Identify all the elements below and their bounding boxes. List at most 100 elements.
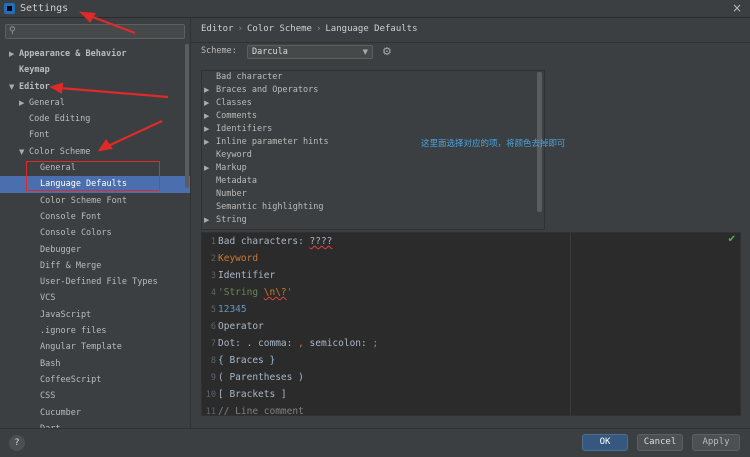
search-icon: ⚲ — [9, 26, 16, 36]
sidebar-item-label: Keymap — [19, 65, 50, 76]
settings-tree: ▶ Appearance & Behavior Keymap ▼ Editor ▶ Gene… — [0, 46, 190, 428]
category-item[interactable]: ▶ Comments — [202, 110, 544, 123]
category-item[interactable]: Keyword — [202, 149, 544, 162]
code-token: \n\? — [263, 287, 287, 298]
code-line: 5 12345 — [202, 301, 740, 318]
sidebar-item-user-defined-file-types[interactable]: User-Defined File Types — [0, 274, 190, 290]
apply-button[interactable]: Apply — [692, 434, 740, 451]
category-item[interactable]: Semantic highlighting — [202, 201, 544, 214]
chevron-right-icon[interactable]: ▶ — [204, 110, 209, 123]
sidebar-item-bash[interactable]: Bash — [0, 356, 190, 372]
line-number: 1 — [210, 237, 216, 247]
chevron-right-icon[interactable]: ▶ — [9, 46, 14, 62]
sidebar-item-color-scheme[interactable]: ▼ Color Scheme — [0, 144, 190, 160]
sidebar-item-label: Dart — [40, 421, 60, 428]
cancel-button[interactable]: Cancel — [637, 434, 683, 451]
chevron-right-icon[interactable]: ▶ — [204, 136, 209, 149]
chevron-right-icon[interactable]: ▶ — [19, 95, 24, 111]
category-item[interactable]: Bad character — [202, 71, 544, 84]
sidebar-item-console-colors[interactable]: Console Colors — [0, 225, 190, 241]
sidebar-item-label: Diff & Merge — [40, 260, 102, 271]
chevron-down-icon[interactable]: ▼ — [9, 79, 14, 95]
scheme-select[interactable]: Darcula ▼ — [247, 45, 373, 59]
sidebar-item-general[interactable]: ▶ General — [0, 95, 190, 111]
sidebar-item-label: CSS — [40, 391, 56, 402]
code-token: ' — [286, 287, 293, 298]
category-item[interactable]: ▶ Markup — [202, 162, 544, 175]
code-token: Operator — [218, 321, 264, 332]
main-panel: Editor › Color Scheme › Language Defaults Sc… — [190, 18, 750, 428]
sidebar-item-css[interactable]: CSS — [0, 388, 190, 404]
sidebar-item-label: User-Defined File Types — [40, 277, 158, 288]
preview-lines: 1 Bad characters: ???? 2 Keyword 3 Identifier… — [202, 233, 740, 415]
right-margin-guide — [570, 233, 571, 415]
category-label: Bad character — [216, 72, 283, 82]
sidebar-item-font[interactable]: Font — [0, 127, 190, 143]
chevron-right-icon[interactable]: ▶ — [204, 123, 209, 136]
category-item[interactable]: Number — [202, 188, 544, 201]
category-item[interactable]: Metadata — [202, 175, 544, 188]
code-token: 12345 — [218, 304, 247, 315]
code-line: 8{ Braces } — [202, 352, 740, 369]
category-item[interactable]: ▶ Identifiers — [202, 123, 544, 136]
sidebar-item-keymap[interactable]: Keymap — [0, 62, 190, 78]
sidebar-item-label: Font — [29, 130, 50, 141]
code-line: 6 Operator — [202, 318, 740, 335]
category-label: Identifiers — [216, 124, 273, 134]
sidebar-item-diff-merge[interactable]: Diff & Merge — [0, 258, 190, 274]
sidebar-item-cucumber[interactable]: Cucumber — [0, 405, 190, 421]
sidebar-item-editor[interactable]: ▼ Editor — [0, 79, 190, 95]
code-line: 2 Keyword — [202, 250, 740, 267]
close-icon[interactable]: × — [732, 1, 742, 15]
sidebar-item-vcs[interactable]: VCS — [0, 290, 190, 306]
line-number: 7 — [210, 339, 216, 349]
category-label: Inline parameter hints — [216, 137, 329, 147]
category-item[interactable]: ▶ Classes — [202, 97, 544, 110]
chevron-down-icon[interactable]: ▼ — [19, 144, 24, 160]
window-title: Settings — [20, 3, 69, 14]
sidebar-item-debugger[interactable]: Debugger — [0, 242, 190, 258]
sidebar-item-label: Appearance & Behavior — [19, 49, 127, 59]
sidebar-item-label: Console Colors — [40, 228, 112, 239]
sidebar-item-console-font[interactable]: Console Font — [0, 209, 190, 225]
category-label: Number — [216, 189, 247, 199]
code-line: 3 Identifier — [202, 267, 740, 284]
sidebar-item-label: General — [29, 97, 65, 108]
category-item[interactable]: ▶ String — [202, 214, 544, 227]
breadcrumb-separator: › — [237, 24, 243, 34]
sidebar-item-javascript[interactable]: JavaScript — [0, 307, 190, 323]
code-preview[interactable]: 1 Bad characters: ???? 2 Keyword 3 Identifier… — [201, 232, 741, 416]
sidebar-item-color-scheme-font[interactable]: Color Scheme Font — [0, 193, 190, 209]
code-line: 4 'String \n\?' — [202, 284, 740, 301]
sidebar-item-appearance-behavior[interactable]: ▶ Appearance & Behavior — [0, 46, 190, 62]
sidebar-item-label: Console Font — [40, 211, 102, 222]
breadcrumb-editor: Editor — [201, 24, 234, 34]
sidebar-item-angular-template[interactable]: Angular Template — [0, 339, 190, 355]
code-token: Identifier — [218, 270, 276, 281]
category-label: Metadata — [216, 176, 257, 186]
chevron-right-icon[interactable]: ▶ — [204, 84, 209, 97]
category-label: Semantic highlighting — [216, 202, 324, 212]
sidebar-item-ignore-files[interactable]: .ignore files — [0, 323, 190, 339]
chevron-right-icon[interactable]: ▶ — [204, 214, 209, 227]
code-token: [ Brackets ] — [218, 389, 287, 400]
sidebar-item-code-editing[interactable]: Code Editing — [0, 111, 190, 127]
search-input[interactable] — [22, 26, 182, 37]
code-line: 9( Parentheses ) — [202, 369, 740, 386]
sidebar-item-label: Editor — [19, 81, 50, 92]
sidebar-item-dart[interactable]: Dart — [0, 421, 190, 428]
scheme-label: Scheme: — [201, 46, 237, 56]
help-button[interactable]: ? — [9, 435, 25, 451]
gear-icon[interactable]: ⚙ — [382, 45, 392, 58]
code-token: 'String — [218, 287, 264, 298]
sidebar-scrollbar[interactable] — [185, 44, 189, 188]
chevron-right-icon[interactable]: ▶ — [204, 97, 209, 110]
category-item[interactable]: ▶ Braces and Operators — [202, 84, 544, 97]
chevron-down-icon: ▼ — [362, 48, 368, 56]
ok-button[interactable]: OK — [582, 434, 628, 451]
category-label: Braces and Operators — [216, 85, 319, 95]
settings-sidebar: ⚲ ▶ Appearance & Behavior Keymap ▼ Editor ▶ Ge… — [0, 18, 190, 428]
search-box[interactable]: ⚲ — [5, 24, 185, 39]
sidebar-item-coffeescript[interactable]: CoffeeScript — [0, 372, 190, 388]
chevron-right-icon[interactable]: ▶ — [204, 162, 209, 175]
